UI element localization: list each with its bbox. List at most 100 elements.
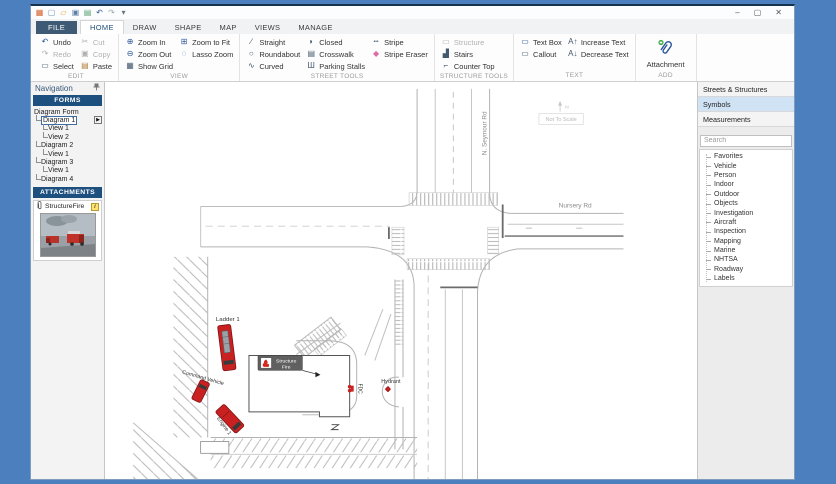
- tab-manage[interactable]: MANAGE: [289, 21, 341, 34]
- symbol-category[interactable]: Indoor: [700, 180, 792, 189]
- tree-item[interactable]: Diagram 4: [31, 174, 104, 183]
- tree-item[interactable]: Diagram 3: [31, 157, 104, 166]
- open-folder-icon[interactable]: ▱: [59, 8, 68, 17]
- symbol-category[interactable]: Person: [700, 171, 792, 180]
- ribbon-item-icon: A↓: [568, 49, 578, 58]
- symbol-category[interactable]: Roadway: [700, 265, 792, 274]
- hydrant-symbol[interactable]: Hydrant: [381, 379, 401, 392]
- show-grid-button[interactable]: ▦ Show Grid: [122, 60, 176, 72]
- diagram-flyout-button[interactable]: ▶: [94, 116, 102, 125]
- cut-button[interactable]: ✂ Cut: [77, 36, 115, 48]
- structure-button[interactable]: ▭ Structure: [438, 36, 498, 48]
- ribbon-item-icon: ⌐: [443, 61, 449, 70]
- minimize-button[interactable]: –: [735, 7, 739, 18]
- tree-item[interactable]: View 1: [31, 165, 104, 175]
- panel-streets-structures[interactable]: Streets & Structures: [698, 82, 794, 97]
- symbol-category[interactable]: Investigation: [700, 208, 792, 217]
- tree-item[interactable]: Diagram 2: [31, 140, 104, 150]
- tree-item[interactable]: View 1: [31, 148, 104, 158]
- symbol-search-input[interactable]: [700, 134, 792, 147]
- panel-symbols[interactable]: Symbols: [698, 97, 794, 112]
- curved-street-button[interactable]: ∿ Curved: [243, 60, 303, 72]
- symbol-category[interactable]: Mapping: [700, 237, 792, 246]
- maximize-button[interactable]: ▢: [754, 7, 762, 18]
- print-icon[interactable]: ▤: [83, 8, 92, 17]
- forms-section-header[interactable]: FORMS: [33, 95, 102, 106]
- closed-street-button[interactable]: ◗ Closed: [303, 36, 368, 48]
- symbol-category[interactable]: Inspection: [700, 227, 792, 236]
- ladder-truck-label: Ladder 1: [216, 317, 240, 323]
- redo-icon[interactable]: ↷: [107, 8, 116, 17]
- symbol-category[interactable]: NHTSA: [700, 255, 792, 264]
- parking-stalls-button[interactable]: Ш Parking Stalls: [303, 60, 368, 72]
- stairs-button[interactable]: ▟ Stairs: [438, 48, 498, 60]
- ribbon-item-label: Structure: [453, 37, 485, 47]
- ladder-truck[interactable]: Ladder 1: [216, 317, 240, 372]
- stripe-eraser-button[interactable]: ◆ Stripe Eraser: [368, 48, 431, 60]
- symbol-category[interactable]: Aircraft: [700, 218, 792, 227]
- undo-button[interactable]: ↶ Undo: [37, 36, 77, 48]
- symbol-category[interactable]: Favorites: [700, 152, 792, 161]
- zoom-to-fit-button[interactable]: ⊞ Zoom to Fit: [176, 36, 236, 48]
- ribbon-item-icon: ⊖: [126, 49, 134, 58]
- tab-home[interactable]: HOME: [80, 20, 124, 34]
- ribbon-item-label: Zoom Out: [138, 49, 172, 59]
- attachment-item[interactable]: StructureFire i: [35, 201, 100, 212]
- ribbon-item-label: Increase Text: [580, 37, 626, 47]
- symbol-category[interactable]: Labels: [700, 274, 792, 283]
- redo-button[interactable]: ↷ Redo: [37, 48, 77, 60]
- symbol-category[interactable]: Marine: [700, 246, 792, 255]
- tab-draw[interactable]: DRAW: [124, 21, 166, 34]
- app-logo-icon[interactable]: ▦: [35, 8, 44, 17]
- close-button[interactable]: ✕: [775, 7, 782, 18]
- crosswalk-button[interactable]: ▤ Crosswalk: [303, 48, 368, 60]
- attachment-info-button[interactable]: i: [91, 202, 99, 211]
- new-file-icon[interactable]: ▢: [47, 8, 56, 17]
- panel-measurements[interactable]: Measurements: [698, 112, 794, 127]
- lasso-zoom-button[interactable]: ◌ Lasso Zoom: [176, 48, 236, 60]
- attachment-thumbnail[interactable]: [39, 212, 96, 257]
- tree-item[interactable]: View 2: [31, 132, 104, 141]
- engine-truck[interactable]: Engine 1: [215, 404, 245, 436]
- increase-text-button[interactable]: A↑ Increase Text: [565, 36, 632, 48]
- ribbon-item-icon: ∕: [250, 37, 253, 46]
- attachment-button[interactable]: Attachment: [639, 39, 693, 69]
- copy-button[interactable]: ▣ Copy: [77, 48, 115, 60]
- ribbon-item-icon: ┅: [373, 37, 379, 46]
- counter-top-button[interactable]: ⌐ Counter Top: [438, 60, 498, 72]
- straight-street-button[interactable]: ∕ Straight: [243, 36, 303, 48]
- decrease-text-button[interactable]: A↓ Decrease Text: [565, 48, 632, 60]
- pin-icon[interactable]: [93, 83, 100, 93]
- stripe-button[interactable]: ┅ Stripe: [368, 36, 431, 48]
- tree-item[interactable]: Diagram 1 ▶: [31, 115, 104, 126]
- undo-icon[interactable]: ↶: [95, 8, 104, 17]
- ribbon-item-icon: ▭: [41, 61, 49, 70]
- attachments-section-header[interactable]: ATTACHMENTS: [33, 186, 102, 198]
- tab-views[interactable]: VIEWS: [246, 21, 290, 34]
- quickaccess-caret-icon[interactable]: ▾: [119, 8, 128, 17]
- zoom-out-button[interactable]: ⊖ Zoom Out: [122, 48, 176, 60]
- north-arrow[interactable]: N Not To Scale: [538, 100, 584, 125]
- compass-n-label: N: [565, 105, 569, 111]
- save-icon[interactable]: ▣: [71, 8, 80, 17]
- paste-button[interactable]: ▤ Paste: [77, 60, 115, 72]
- symbol-category[interactable]: Vehicle: [700, 161, 792, 170]
- desktop: { "colors": { "desktop_blue": "#4b7fbe",…: [0, 0, 836, 484]
- symbol-category[interactable]: Outdoor: [700, 190, 792, 199]
- roundabout-button[interactable]: ○ Roundabout: [243, 48, 303, 60]
- symbol-category[interactable]: Objects: [700, 199, 792, 208]
- ribbon-item-icon: ○: [248, 49, 254, 58]
- text-box-button[interactable]: ▭ Text Box: [517, 36, 565, 48]
- ribbon-item-label: Text Box: [533, 37, 562, 47]
- tab-map[interactable]: MAP: [211, 21, 246, 34]
- tab-file[interactable]: FILE: [36, 21, 78, 34]
- tab-shape[interactable]: SHAPE: [166, 21, 211, 34]
- select-button[interactable]: ▭ Select: [37, 60, 77, 72]
- ribbon-group: ↶ Undo ↷ Redo ▭ Select ✂ Cut ▣ Copy ▤ Pa…: [34, 34, 120, 81]
- ribbon-item-icon: ◆: [373, 49, 380, 58]
- diagram-canvas[interactable]: N Not To Scale N. Seymour Rd Nursery Rd …: [105, 82, 697, 479]
- zoom-in-button[interactable]: ⊕ Zoom In: [122, 36, 176, 48]
- stairs-symbol[interactable]: [330, 424, 340, 431]
- tree-item[interactable]: View 1: [31, 123, 104, 133]
- callout-button[interactable]: ▭ Callout: [517, 48, 565, 60]
